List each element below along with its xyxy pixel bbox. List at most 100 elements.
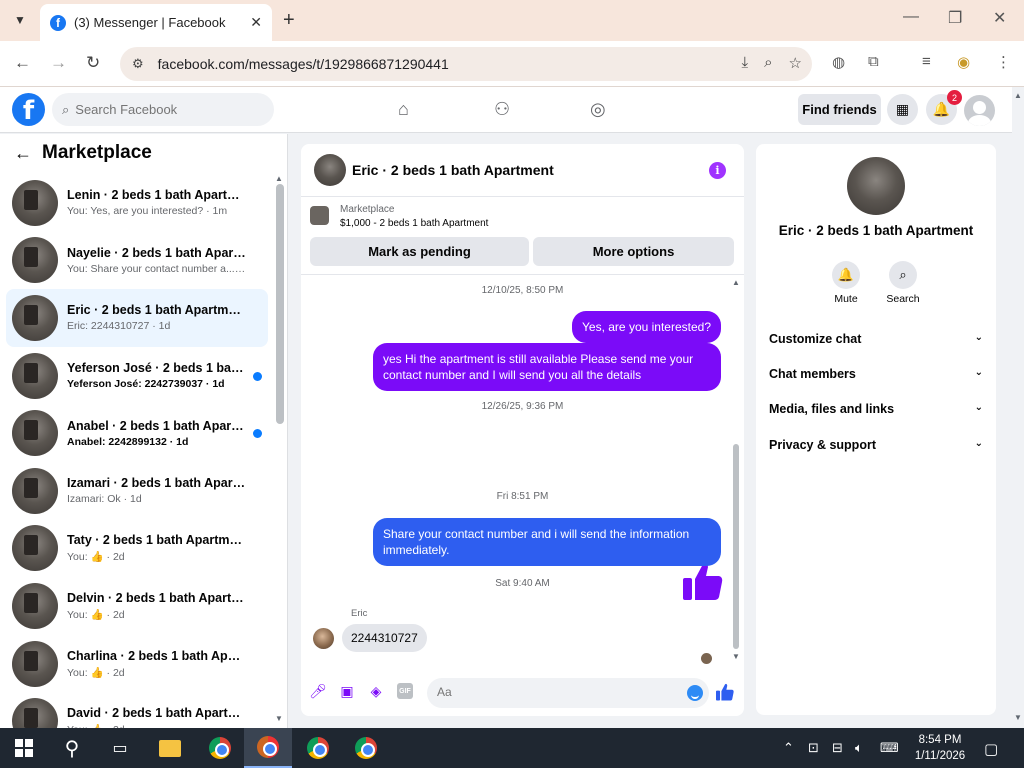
conversation-item[interactable]: Eric · 2 beds 1 bath Apartment Eric: 2244… [6,289,268,347]
task-view-icon[interactable]: ▭ [96,728,144,768]
chat-avatar[interactable] [314,154,346,186]
chat-members-row[interactable]: Chat members ⌄ [769,367,983,381]
incoming-message[interactable]: 2244310727 [342,624,427,652]
scroll-up-icon[interactable]: ▲ [275,174,283,183]
new-tab-icon[interactable]: + [283,9,295,32]
privacy-support-row[interactable]: Privacy & support ⌄ [769,438,983,452]
profile-icon[interactable]: ◉ [957,53,970,71]
conversation-item[interactable]: Delvin · 2 beds 1 bath Apartm... You: 👍 ·… [6,577,268,635]
outgoing-message[interactable]: Share your contact number and i will sen… [373,518,721,566]
omnibox[interactable]: ⚙ facebook.com/messages/t/19298668712904… [120,47,812,81]
friends-icon[interactable]: ⚇ [494,99,510,120]
media-control-icon[interactable]: ≡ [922,53,931,70]
back-arrow-icon[interactable]: ← [14,143,32,164]
message-input-box[interactable] [427,678,709,708]
conversation-item[interactable]: Nayelie · 2 beds 1 bath Apartme... You: S… [6,232,268,290]
sidebar-title: Marketplace [42,142,152,163]
find-friends-button[interactable]: Find friends [798,94,881,125]
minimize-icon[interactable]: — [903,8,919,26]
emoji-icon[interactable] [687,685,703,701]
mark-pending-button[interactable]: Mark as pending [310,237,529,266]
marketplace-listing[interactable]: Marketplace $1,000 - 2 beds 1 bath Apart… [310,204,488,229]
chrome-profile-2-icon[interactable] [342,728,390,768]
mute-button[interactable]: 🔔 Mute [818,261,874,305]
conversation-item[interactable]: Charlina · 2 beds 1 bath Apart... You: 👍 … [6,635,268,693]
tray-chevron-icon[interactable]: ⌃ [783,740,794,756]
system-clock[interactable]: 8:54 PM 1/11/2026 [905,732,975,764]
send-like-icon[interactable] [716,683,734,701]
restore-icon[interactable]: ❐ [948,8,962,28]
network-icon[interactable]: ⊟ [832,740,843,756]
chat-panel: Eric · 2 beds 1 bath Apartment i Marketp… [301,144,744,716]
chat-scrollbar[interactable] [733,444,739,649]
info-icon[interactable]: i [709,162,726,179]
forward-icon[interactable]: → [50,53,67,73]
conversation-item[interactable]: Anabel · 2 beds 1 bath Apartm... Anabel: … [6,404,268,462]
timestamp: 12/26/25, 9:36 PM [481,401,564,412]
menu-kebab-icon[interactable]: ⋮ [996,53,1011,71]
file-explorer-icon[interactable] [146,728,194,768]
chat-title[interactable]: Eric · 2 beds 1 bath Apartment [352,162,554,178]
bookmark-star-icon[interactable]: ☆ [789,54,802,72]
reload-icon[interactable]: ↻ [86,53,100,73]
notification-center-icon[interactable]: ▢ [984,740,998,758]
page-scrollbar[interactable]: ▲ ▼ [1012,87,1024,728]
page-scroll-up-icon[interactable]: ▲ [1014,91,1022,100]
keyboard-icon[interactable]: ⌨ [880,740,899,756]
install-icon[interactable]: ⤓ [742,54,749,72]
facebook-search-input[interactable] [75,102,246,117]
media-files-row[interactable]: Media, files and links ⌄ [769,402,983,416]
close-tab-icon[interactable]: ✕ [250,14,262,31]
microphone-icon[interactable]: 🎤︎ [309,683,327,699]
page-scroll-down-icon[interactable]: ▼ [1014,713,1022,722]
back-icon[interactable]: ← [14,53,31,73]
chat-scroll-down-icon[interactable]: ▼ [732,652,740,661]
outgoing-message[interactable]: Yes, are you interested? [572,311,721,343]
photo-icon[interactable]: ▣ [339,683,355,699]
scroll-down-icon[interactable]: ▼ [275,714,283,723]
facebook-search[interactable]: ⌕ [52,93,274,126]
outgoing-message[interactable]: yes Hi the apartment is still available … [373,343,721,391]
chat-scroll-up-icon[interactable]: ▲ [732,278,740,287]
site-info-icon[interactable]: ⚙ [132,56,144,72]
sidebar-scrollbar[interactable] [276,184,284,424]
chevron-down-icon: ⌄ [974,367,983,378]
chrome-profile-icon[interactable] [294,728,342,768]
facebook-logo-icon[interactable]: f [12,93,45,126]
notification-badge: 2 [947,90,962,105]
conversation-preview: You: Share your contact number a... · 1m [67,262,247,275]
sticker-icon[interactable]: ◈ [368,683,384,699]
more-options-button[interactable]: More options [533,237,734,266]
conversation-item[interactable]: David · 2 beds 1 bath ApartmentYou: 👍 · … [6,692,268,728]
tray-app-icon[interactable]: ⊡ [808,740,819,756]
search-taskbar-icon[interactable]: ⚲ [48,728,96,768]
app-active-icon[interactable] [244,728,292,768]
gif-icon[interactable]: GIF [397,683,413,699]
conversation-item[interactable]: Yeferson José · 2 beds 1 bath ... Yeferso… [6,347,268,405]
mute-label: Mute [834,293,858,305]
translate-icon[interactable]: ◍ [832,53,845,71]
conversation-name: Charlina · 2 beds 1 bath Apart... [67,648,247,663]
tab-search-icon[interactable]: ▼ [8,8,32,32]
home-icon[interactable]: ⌂ [398,99,409,120]
conversation-thumbnail [12,179,58,226]
conversation-item[interactable]: Taty · 2 beds 1 bath Apartment You: 👍 · 2… [6,520,268,578]
sender-avatar[interactable] [313,628,334,649]
extensions-icon[interactable]: ⧉ [868,53,879,70]
contact-avatar[interactable] [847,157,905,215]
customize-chat-row[interactable]: Customize chat ⌄ [769,332,983,346]
menu-grid-icon[interactable]: ▦ [887,94,918,125]
message-input[interactable] [437,685,667,699]
browser-tab[interactable]: f (3) Messenger | Facebook ✕ [40,4,272,41]
chrome-icon[interactable] [196,728,244,768]
conversation-item[interactable]: Izamari · 2 beds 1 bath Apartme... Izamar… [6,462,268,520]
conversation-item[interactable]: Lenin · 2 beds 1 bath Apartment You: Yes,… [6,174,268,232]
url-text[interactable]: facebook.com/messages/t/1929866871290441 [158,56,449,72]
close-window-icon[interactable]: ✕ [993,8,1006,28]
zoom-icon[interactable]: ⌕ [764,54,772,72]
search-button[interactable]: ⌕ Search [875,261,931,305]
volume-icon[interactable]: 🔈︎ [855,740,863,756]
start-button[interactable] [0,728,48,768]
groups-icon[interactable]: ◎ [590,99,606,120]
account-avatar[interactable] [964,95,995,126]
